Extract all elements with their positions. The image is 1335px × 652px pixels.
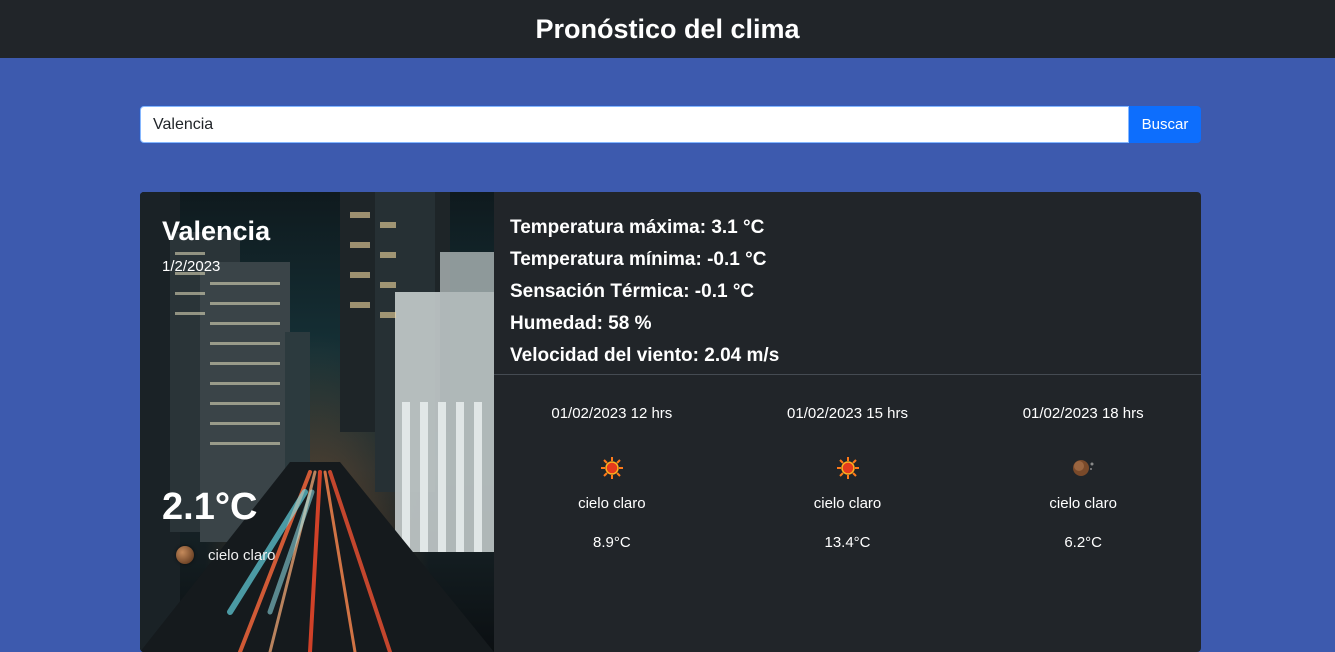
wind-speed: Velocidad del viento: 2.04 m/s: [510, 345, 780, 366]
forecast-temperature: 6.2°C: [1064, 534, 1103, 551]
current-condition: cielo claro: [176, 546, 276, 564]
forecast-description: cielo claro: [578, 495, 646, 512]
forecast-temperature: 8.9°C: [592, 534, 631, 551]
current-date: 1/2/2023: [162, 258, 221, 275]
feels-like: Sensación Térmica: -0.1 °C: [510, 281, 755, 302]
sun-icon: [599, 455, 625, 481]
hourly-forecast: 01/02/2023 12 hrs cielo claro 8.9°C 01/0…: [494, 375, 1201, 652]
sun-icon: [835, 455, 861, 481]
weather-card: Valencia 1/2/2023 2.1°C cielo claro Temp…: [140, 192, 1201, 652]
forecast-item: 01/02/2023 12 hrs cielo claro 8.9°C: [494, 375, 730, 652]
night-clear-icon: [176, 546, 194, 564]
forecast-description: cielo claro: [1049, 495, 1117, 512]
navbar: Pronóstico del clima: [0, 0, 1335, 58]
forecast-time: 01/02/2023 12 hrs: [551, 405, 673, 422]
min-temperature: Temperatura mínima: -0.1 °C: [510, 249, 767, 270]
city-image-panel: Valencia 1/2/2023 2.1°C cielo claro: [140, 192, 494, 652]
current-description: cielo claro: [208, 546, 276, 564]
forecast-temperature: 13.4°C: [824, 534, 871, 551]
search-button[interactable]: Buscar: [1129, 106, 1201, 143]
forecast-description: cielo claro: [813, 495, 882, 512]
forecast-item: 01/02/2023 15 hrs cielo claro 13.4°C: [730, 375, 966, 652]
moon-icon: [1070, 455, 1096, 481]
current-temperature: 2.1°C: [162, 486, 258, 528]
forecast-time: 01/02/2023 18 hrs: [1022, 405, 1144, 422]
city-search-input[interactable]: [140, 106, 1129, 143]
max-temperature: Temperatura máxima: 3.1 °C: [510, 217, 765, 238]
weather-details: Temperatura máxima: 3.1 °C Temperatura m…: [494, 192, 1201, 652]
humidity: Humedad: 58 %: [510, 313, 652, 334]
stats-list: Temperatura máxima: 3.1 °C Temperatura m…: [494, 192, 1201, 375]
forecast-item: 01/02/2023 18 hrs cielo claro 6.2°C: [965, 375, 1201, 652]
city-name: Valencia: [162, 216, 271, 246]
page-title: Pronóstico del clima: [535, 13, 800, 44]
search-bar: Buscar: [140, 106, 1201, 143]
forecast-time: 01/02/2023 15 hrs: [787, 405, 908, 422]
